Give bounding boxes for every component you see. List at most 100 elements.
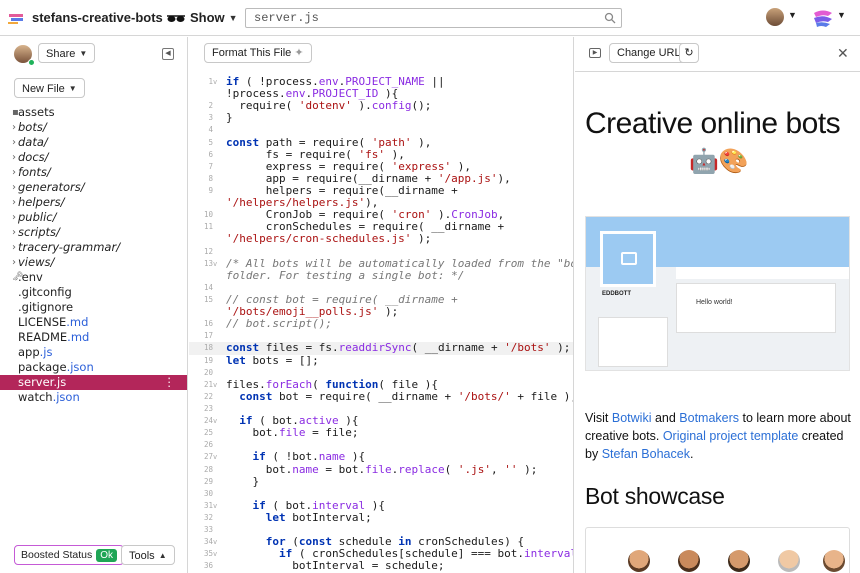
fold-toggle-icon[interactable]: v	[213, 548, 217, 560]
folder-item[interactable]: › fonts/	[0, 165, 187, 180]
code-line[interactable]: 12	[189, 246, 573, 258]
project-template-link[interactable]: Original project template	[663, 429, 798, 443]
code-line[interactable]: 22 const bot = require( __dirname + '/bo…	[189, 390, 573, 403]
bot-avatar	[778, 550, 800, 572]
chevron-down-icon[interactable]: ▼	[788, 10, 797, 20]
code-line[interactable]: 36 botInterval = schedule;	[189, 560, 573, 572]
fold-toggle-icon[interactable]: v	[213, 451, 217, 463]
preview-play-icon[interactable]: ▶	[589, 48, 601, 58]
format-file-button[interactable]: Format This File ✦	[204, 43, 312, 63]
folder-item[interactable]: › helpers/	[0, 195, 187, 210]
bot-avatar	[628, 550, 650, 572]
folder-item[interactable]: › data/	[0, 135, 187, 150]
file-name: docs/	[18, 150, 49, 164]
code-line[interactable]: 19 let bots = [];	[189, 353, 573, 367]
folder-item[interactable]: › scripts/	[0, 225, 187, 240]
close-icon[interactable]: ✕	[837, 45, 849, 62]
file-item[interactable]: 🗝 .env	[0, 270, 187, 285]
fold-toggle-icon[interactable]: v	[213, 536, 217, 548]
fold-toggle-icon[interactable]: v	[213, 379, 217, 391]
user-avatar[interactable]	[766, 8, 784, 26]
folder-item[interactable]: › public/	[0, 210, 187, 225]
code-line[interactable]: 20	[189, 367, 573, 379]
glitch-logo-icon[interactable]	[7, 9, 25, 27]
code-line[interactable]: 29 }	[189, 475, 573, 488]
code-lines[interactable]: 1 v if ( !process.env.PROJECT_NAME || !proc…	[189, 75, 574, 572]
code-line[interactable]: 16 // bot.script();	[189, 317, 573, 331]
file-item[interactable]: .gitconfig	[0, 285, 187, 300]
chevron-right-icon: ›	[12, 167, 16, 178]
code-line[interactable]: 3}	[189, 112, 573, 124]
folder-item[interactable]: › generators/	[0, 180, 187, 195]
file-item[interactable]: LICENSE.md	[0, 315, 187, 330]
search-input[interactable]: server.js	[245, 8, 622, 28]
fold-toggle-icon[interactable]: v	[213, 415, 217, 427]
file-item[interactable]: .gitignore	[0, 300, 187, 315]
tools-button[interactable]: Tools ▲	[121, 545, 175, 565]
code-line[interactable]: 18 const files = fs.readdirSync( __dirnam…	[189, 341, 573, 355]
file-extension: .json	[66, 360, 94, 374]
show-menu[interactable]: Show ▼	[166, 10, 238, 25]
folder-item[interactable]: › tracery-grammar/	[0, 240, 187, 255]
chevron-right-icon: ›	[12, 137, 16, 148]
code-line[interactable]: 6 fs = require( 'fs' ),	[189, 148, 573, 161]
code-text: bot.file = file;	[226, 426, 359, 440]
code-line[interactable]: 25 bot.file = file;	[189, 426, 573, 440]
code-line[interactable]: 30	[189, 488, 573, 500]
chevron-down-icon[interactable]: ▼	[837, 10, 846, 20]
line-number: 8	[208, 173, 213, 183]
code-line[interactable]: 13 v /* All bots will be automatically loa…	[189, 256, 574, 270]
profile-nav	[676, 267, 849, 279]
code-line[interactable]: '/helpers/cron-schedules.js' );	[189, 233, 573, 245]
code-text: // bot.script();	[226, 317, 332, 331]
folder-item[interactable]: › bots/	[0, 120, 187, 135]
project-name-menu[interactable]: stefans-creative-bots▼	[32, 10, 176, 25]
code-text: folder. For testing a single bot: */	[226, 268, 465, 282]
code-text: /* All bots will be automatically loaded…	[226, 256, 574, 270]
file-item[interactable]: server.js ⋮	[0, 375, 187, 390]
bot-avatar	[728, 550, 750, 572]
online-status-icon	[28, 59, 35, 66]
status-badge: Ok	[96, 549, 117, 562]
chevron-down-icon: ▼	[68, 84, 77, 93]
refresh-icon[interactable]: ↻	[679, 43, 699, 63]
fold-toggle-icon[interactable]: v	[213, 258, 217, 270]
code-line[interactable]: 32 let botInterval;	[189, 511, 573, 524]
new-file-button[interactable]: New File ▼	[14, 78, 85, 98]
file-item[interactable]: package.json	[0, 360, 187, 375]
botwiki-link[interactable]: Botwiki	[612, 411, 652, 425]
profile-name: EDDBOTT	[602, 291, 631, 297]
line-number: 20	[203, 367, 213, 377]
chevron-right-icon: ›	[12, 212, 16, 223]
code-line[interactable]: 2 require( 'dotenv' ).config();	[189, 100, 573, 112]
file-item[interactable]: README.md	[0, 330, 187, 345]
more-options-icon[interactable]: ⋮	[164, 375, 176, 390]
folder-item[interactable]: › docs/	[0, 150, 187, 165]
code-text: const files = fs.readdirSync( __dirname …	[226, 341, 571, 355]
folder-item[interactable]: › views/	[0, 255, 187, 270]
change-url-button[interactable]: Change URL	[609, 43, 689, 63]
code-text: let bots = [];	[226, 353, 319, 367]
file-name: README	[18, 330, 68, 344]
who-to-follow-card	[598, 317, 668, 367]
share-button[interactable]: Share ▼	[38, 43, 96, 63]
file-name: package	[18, 360, 67, 374]
boosted-status-button[interactable]: Boosted Status Ok	[14, 545, 124, 565]
show-label: Show	[190, 10, 225, 25]
line-number: 18	[203, 343, 213, 353]
code-line[interactable]: folder. For testing a single bot: */	[189, 268, 573, 282]
chevron-right-icon: ›	[12, 182, 16, 193]
file-item[interactable]: ▪ assets	[0, 105, 187, 120]
glitch-fish-icon[interactable]	[812, 8, 834, 28]
code-editor[interactable]: Format This File ✦ 1 v if ( !process.env.P…	[189, 37, 574, 573]
file-item[interactable]: watch.json	[0, 390, 187, 405]
code-line[interactable]: 28 bot.name = bot.file.replace( '.js', '…	[189, 463, 573, 476]
fold-toggle-icon[interactable]: v	[213, 500, 217, 512]
fold-toggle-icon[interactable]: v	[213, 76, 217, 88]
file-item[interactable]: app.js	[0, 345, 187, 360]
author-link[interactable]: Stefan Bohacek	[602, 447, 690, 461]
collapse-sidebar-icon[interactable]: ◀	[162, 48, 174, 60]
line-number: 4	[208, 125, 213, 135]
line-number: 25	[203, 428, 213, 438]
botmakers-link[interactable]: Botmakers	[679, 411, 739, 425]
